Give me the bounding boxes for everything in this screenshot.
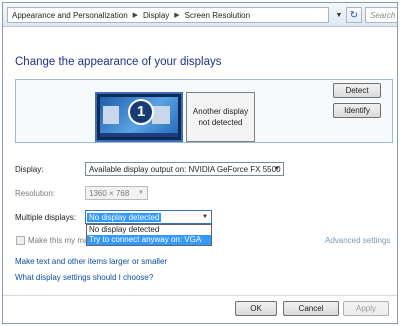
chevron-down-icon: ▼	[202, 214, 208, 220]
detect-button[interactable]: Detect	[333, 83, 381, 98]
multiple-displays-select[interactable]: No display detected ▼	[85, 210, 212, 224]
taskbar-strip	[100, 133, 178, 137]
page-title: Change the appearance of your displays	[15, 56, 222, 68]
breadcrumb-display[interactable]: Display	[143, 11, 169, 20]
monitor-number-badge: 1	[128, 99, 154, 125]
chevron-down-icon: ▼	[138, 190, 144, 196]
main-display-checkbox[interactable]	[16, 236, 25, 245]
breadcrumb-screen-resolution[interactable]: Screen Resolution	[185, 11, 250, 20]
option-try-connect-vga[interactable]: Try to connect anyway on: VGA	[87, 235, 211, 245]
secondary-monitor-label-line1: Another display	[192, 107, 249, 116]
search-input[interactable]: Search C	[365, 7, 397, 23]
apply-button[interactable]: Apply	[343, 301, 389, 316]
cancel-button[interactable]: Cancel	[283, 301, 339, 316]
display-label: Display:	[15, 165, 44, 174]
multiple-displays-label: Multiple displays:	[15, 213, 76, 222]
window-thumbnail	[103, 106, 119, 124]
chevron-right-icon[interactable]: ▶	[174, 11, 179, 19]
secondary-monitor[interactable]: Another display not detected	[186, 92, 255, 142]
ok-button[interactable]: OK	[235, 301, 277, 316]
monitor-number: 1	[130, 101, 152, 123]
primary-monitor[interactable]: 1	[95, 92, 183, 142]
refresh-icon[interactable]: ↻	[346, 7, 362, 23]
resolution-select[interactable]: 1360 × 768 ▼	[85, 186, 148, 200]
history-dropdown-icon[interactable]: ▼	[333, 7, 345, 23]
breadcrumb[interactable]: Appearance and Personalization ▶ Display…	[7, 7, 329, 23]
multiple-displays-select-value: No display detected	[87, 212, 162, 222]
display-help-link[interactable]: What display settings should I choose?	[15, 273, 153, 282]
divider	[3, 295, 397, 296]
window-thumbnail	[152, 106, 170, 124]
advanced-settings-link[interactable]: Advanced settings	[325, 236, 390, 245]
identify-button[interactable]: Identify	[333, 103, 381, 118]
text-size-link[interactable]: Make text and other items larger or smal…	[15, 257, 167, 266]
chevron-right-icon[interactable]: ▶	[133, 11, 138, 19]
resolution-select-value: 1360 × 768	[89, 188, 130, 198]
chevron-down-icon: ▼	[274, 166, 280, 172]
breadcrumb-appearance[interactable]: Appearance and Personalization	[12, 11, 128, 20]
display-select-value: Available display output on: NVIDIA GeFo…	[89, 164, 281, 174]
main-display-checkbox-label: Make this my ma	[28, 236, 86, 245]
secondary-monitor-label-line2: not detected	[198, 118, 243, 127]
display-select[interactable]: Available display output on: NVIDIA GeFo…	[85, 162, 284, 176]
option-no-display[interactable]: No display detected	[87, 225, 211, 235]
window: Appearance and Personalization ▶ Display…	[2, 2, 398, 324]
multiple-displays-options: No display detected Try to connect anywa…	[86, 224, 212, 246]
address-bar: Appearance and Personalization ▶ Display…	[3, 3, 397, 27]
resolution-label: Resolution:	[15, 189, 56, 198]
